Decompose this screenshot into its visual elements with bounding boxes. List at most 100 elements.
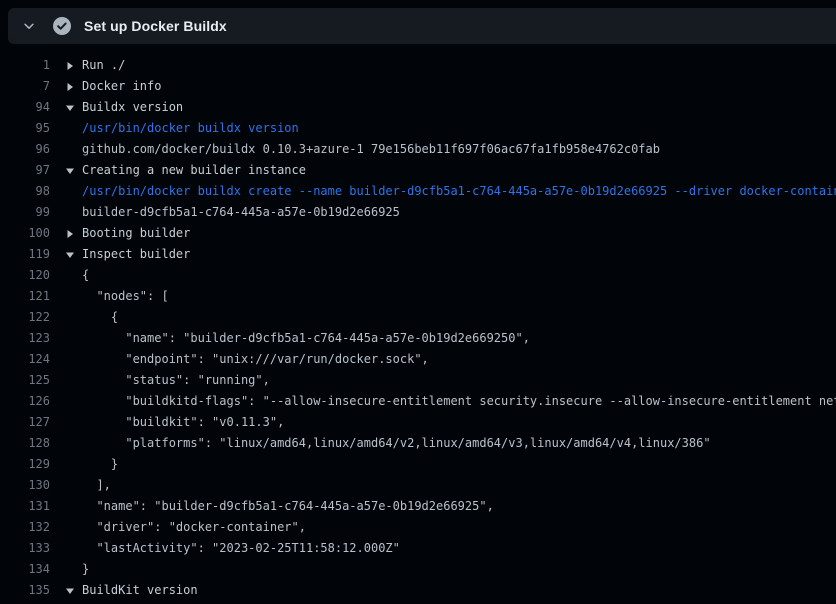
line-number[interactable]: 96 (0, 139, 50, 160)
output-text: builder-d9cfb5a1-c764-445a-a57e-0b19d2e6… (82, 202, 400, 223)
group-label: Creating a new builder instance (82, 160, 306, 181)
line-number[interactable]: 97 (0, 160, 50, 181)
log-group-row[interactable]: 1 Run ./ (0, 55, 836, 76)
arrow-spacer (66, 517, 82, 538)
line-number[interactable]: 98 (0, 181, 50, 202)
line-number[interactable]: 95 (0, 118, 50, 139)
group-label: Run ./ (82, 55, 125, 76)
output-text: "nodes": [ (82, 286, 169, 307)
line-number[interactable]: 125 (0, 370, 50, 391)
line-number[interactable]: 133 (0, 538, 50, 559)
group-label: Docker info (82, 76, 161, 97)
log-line: 121 "nodes": [ (0, 286, 836, 307)
arrow-spacer (66, 265, 82, 286)
log-line: 96 github.com/docker/buildx 0.10.3+azure-… (0, 139, 836, 160)
line-number[interactable]: 127 (0, 412, 50, 433)
output-text: } (82, 454, 118, 475)
output-text: "name": "builder-d9cfb5a1-c764-445a-a57e… (82, 328, 530, 349)
log-line: 99 builder-d9cfb5a1-c764-445a-a57e-0b19d2… (0, 202, 836, 223)
line-number[interactable]: 121 (0, 286, 50, 307)
line-number[interactable]: 123 (0, 328, 50, 349)
arrow-spacer (66, 475, 82, 496)
log-line: 127 "buildkit": "v0.11.3", (0, 412, 836, 433)
output-text: "lastActivity": "2023-02-25T11:58:12.000… (82, 538, 400, 559)
output-text: "platforms": "linux/amd64,linux/amd64/v2… (82, 433, 711, 454)
line-number[interactable]: 99 (0, 202, 50, 223)
group-label: Buildx version (82, 97, 183, 118)
line-number[interactable]: 130 (0, 475, 50, 496)
line-number[interactable]: 131 (0, 496, 50, 517)
arrow-spacer (66, 202, 82, 223)
log-line: 129 } (0, 454, 836, 475)
group-collapsed-icon[interactable] (66, 55, 82, 76)
line-number[interactable]: 135 (0, 580, 50, 601)
line-number[interactable]: 119 (0, 244, 50, 265)
log-viewer: 1Run ./7Docker info94Buildx version95/us… (0, 44, 836, 604)
log-line: 125 "status": "running", (0, 370, 836, 391)
output-text: ], (82, 475, 111, 496)
arrow-spacer (66, 286, 82, 307)
line-number[interactable]: 100 (0, 223, 50, 244)
output-text: "driver": "docker-container", (82, 517, 306, 538)
group-label: Inspect builder (82, 244, 190, 265)
line-number[interactable]: 128 (0, 433, 50, 454)
line-number[interactable]: 134 (0, 559, 50, 580)
log-group-row[interactable]: 97 Creating a new builder instance (0, 160, 836, 181)
log-line: 122 { (0, 307, 836, 328)
status-check-icon (53, 17, 71, 35)
log-line: 124 "endpoint": "unix:///var/run/docker.… (0, 349, 836, 370)
group-collapsed-icon[interactable] (66, 223, 82, 244)
log-line: 95/usr/bin/docker buildx version (0, 118, 836, 139)
command-text: /usr/bin/docker buildx version (82, 118, 299, 139)
line-number[interactable]: 124 (0, 349, 50, 370)
line-number[interactable]: 94 (0, 97, 50, 118)
arrow-spacer (66, 349, 82, 370)
arrow-spacer (66, 454, 82, 475)
log-group-row[interactable]: 94 Buildx version (0, 97, 836, 118)
log-line: 123 "name": "builder-d9cfb5a1-c764-445a-… (0, 328, 836, 349)
group-expanded-icon[interactable] (66, 580, 82, 601)
output-text: { (82, 307, 118, 328)
log-line: 131 "name": "builder-d9cfb5a1-c764-445a-… (0, 496, 836, 517)
arrow-spacer (66, 181, 82, 202)
log-line: 133 "lastActivity": "2023-02-25T11:58:12… (0, 538, 836, 559)
line-number[interactable]: 120 (0, 265, 50, 286)
arrow-spacer (66, 391, 82, 412)
line-number[interactable]: 129 (0, 454, 50, 475)
chevron-down-icon[interactable] (21, 18, 37, 34)
line-number[interactable]: 132 (0, 517, 50, 538)
log-group-row[interactable]: 100 Booting builder (0, 223, 836, 244)
log-line: 132 "driver": "docker-container", (0, 517, 836, 538)
output-text: "status": "running", (82, 370, 270, 391)
line-number[interactable]: 126 (0, 391, 50, 412)
output-text: "name": "builder-d9cfb5a1-c764-445a-a57e… (82, 496, 494, 517)
group-collapsed-icon[interactable] (66, 76, 82, 97)
step-title: Set up Docker Buildx (84, 18, 227, 34)
group-expanded-icon[interactable] (66, 97, 82, 118)
arrow-spacer (66, 412, 82, 433)
step-header[interactable]: Set up Docker Buildx (8, 8, 836, 44)
line-number[interactable]: 7 (0, 76, 50, 97)
output-text: { (82, 265, 89, 286)
line-number[interactable]: 122 (0, 307, 50, 328)
group-expanded-icon[interactable] (66, 160, 82, 181)
output-text: "endpoint": "unix:///var/run/docker.sock… (82, 349, 429, 370)
group-label: BuildKit version (82, 580, 198, 601)
log-group-row[interactable]: 119 Inspect builder (0, 244, 836, 265)
log-group-row[interactable]: 7 Docker info (0, 76, 836, 97)
arrow-spacer (66, 118, 82, 139)
log-line: 120 { (0, 265, 836, 286)
log-group-row[interactable]: 135 BuildKit version (0, 580, 836, 601)
output-text: github.com/docker/buildx 0.10.3+azure-1 … (82, 139, 660, 160)
log-line: 126 "buildkitd-flags": "--allow-insecure… (0, 391, 836, 412)
line-number[interactable]: 1 (0, 55, 50, 76)
group-expanded-icon[interactable] (66, 244, 82, 265)
arrow-spacer (66, 559, 82, 580)
log-line: 130 ], (0, 475, 836, 496)
arrow-spacer (66, 307, 82, 328)
arrow-spacer (66, 496, 82, 517)
group-label: Booting builder (82, 223, 190, 244)
output-text: "buildkit": "v0.11.3", (82, 412, 284, 433)
output-text: } (82, 559, 89, 580)
output-text: "buildkitd-flags": "--allow-insecure-ent… (82, 391, 836, 412)
